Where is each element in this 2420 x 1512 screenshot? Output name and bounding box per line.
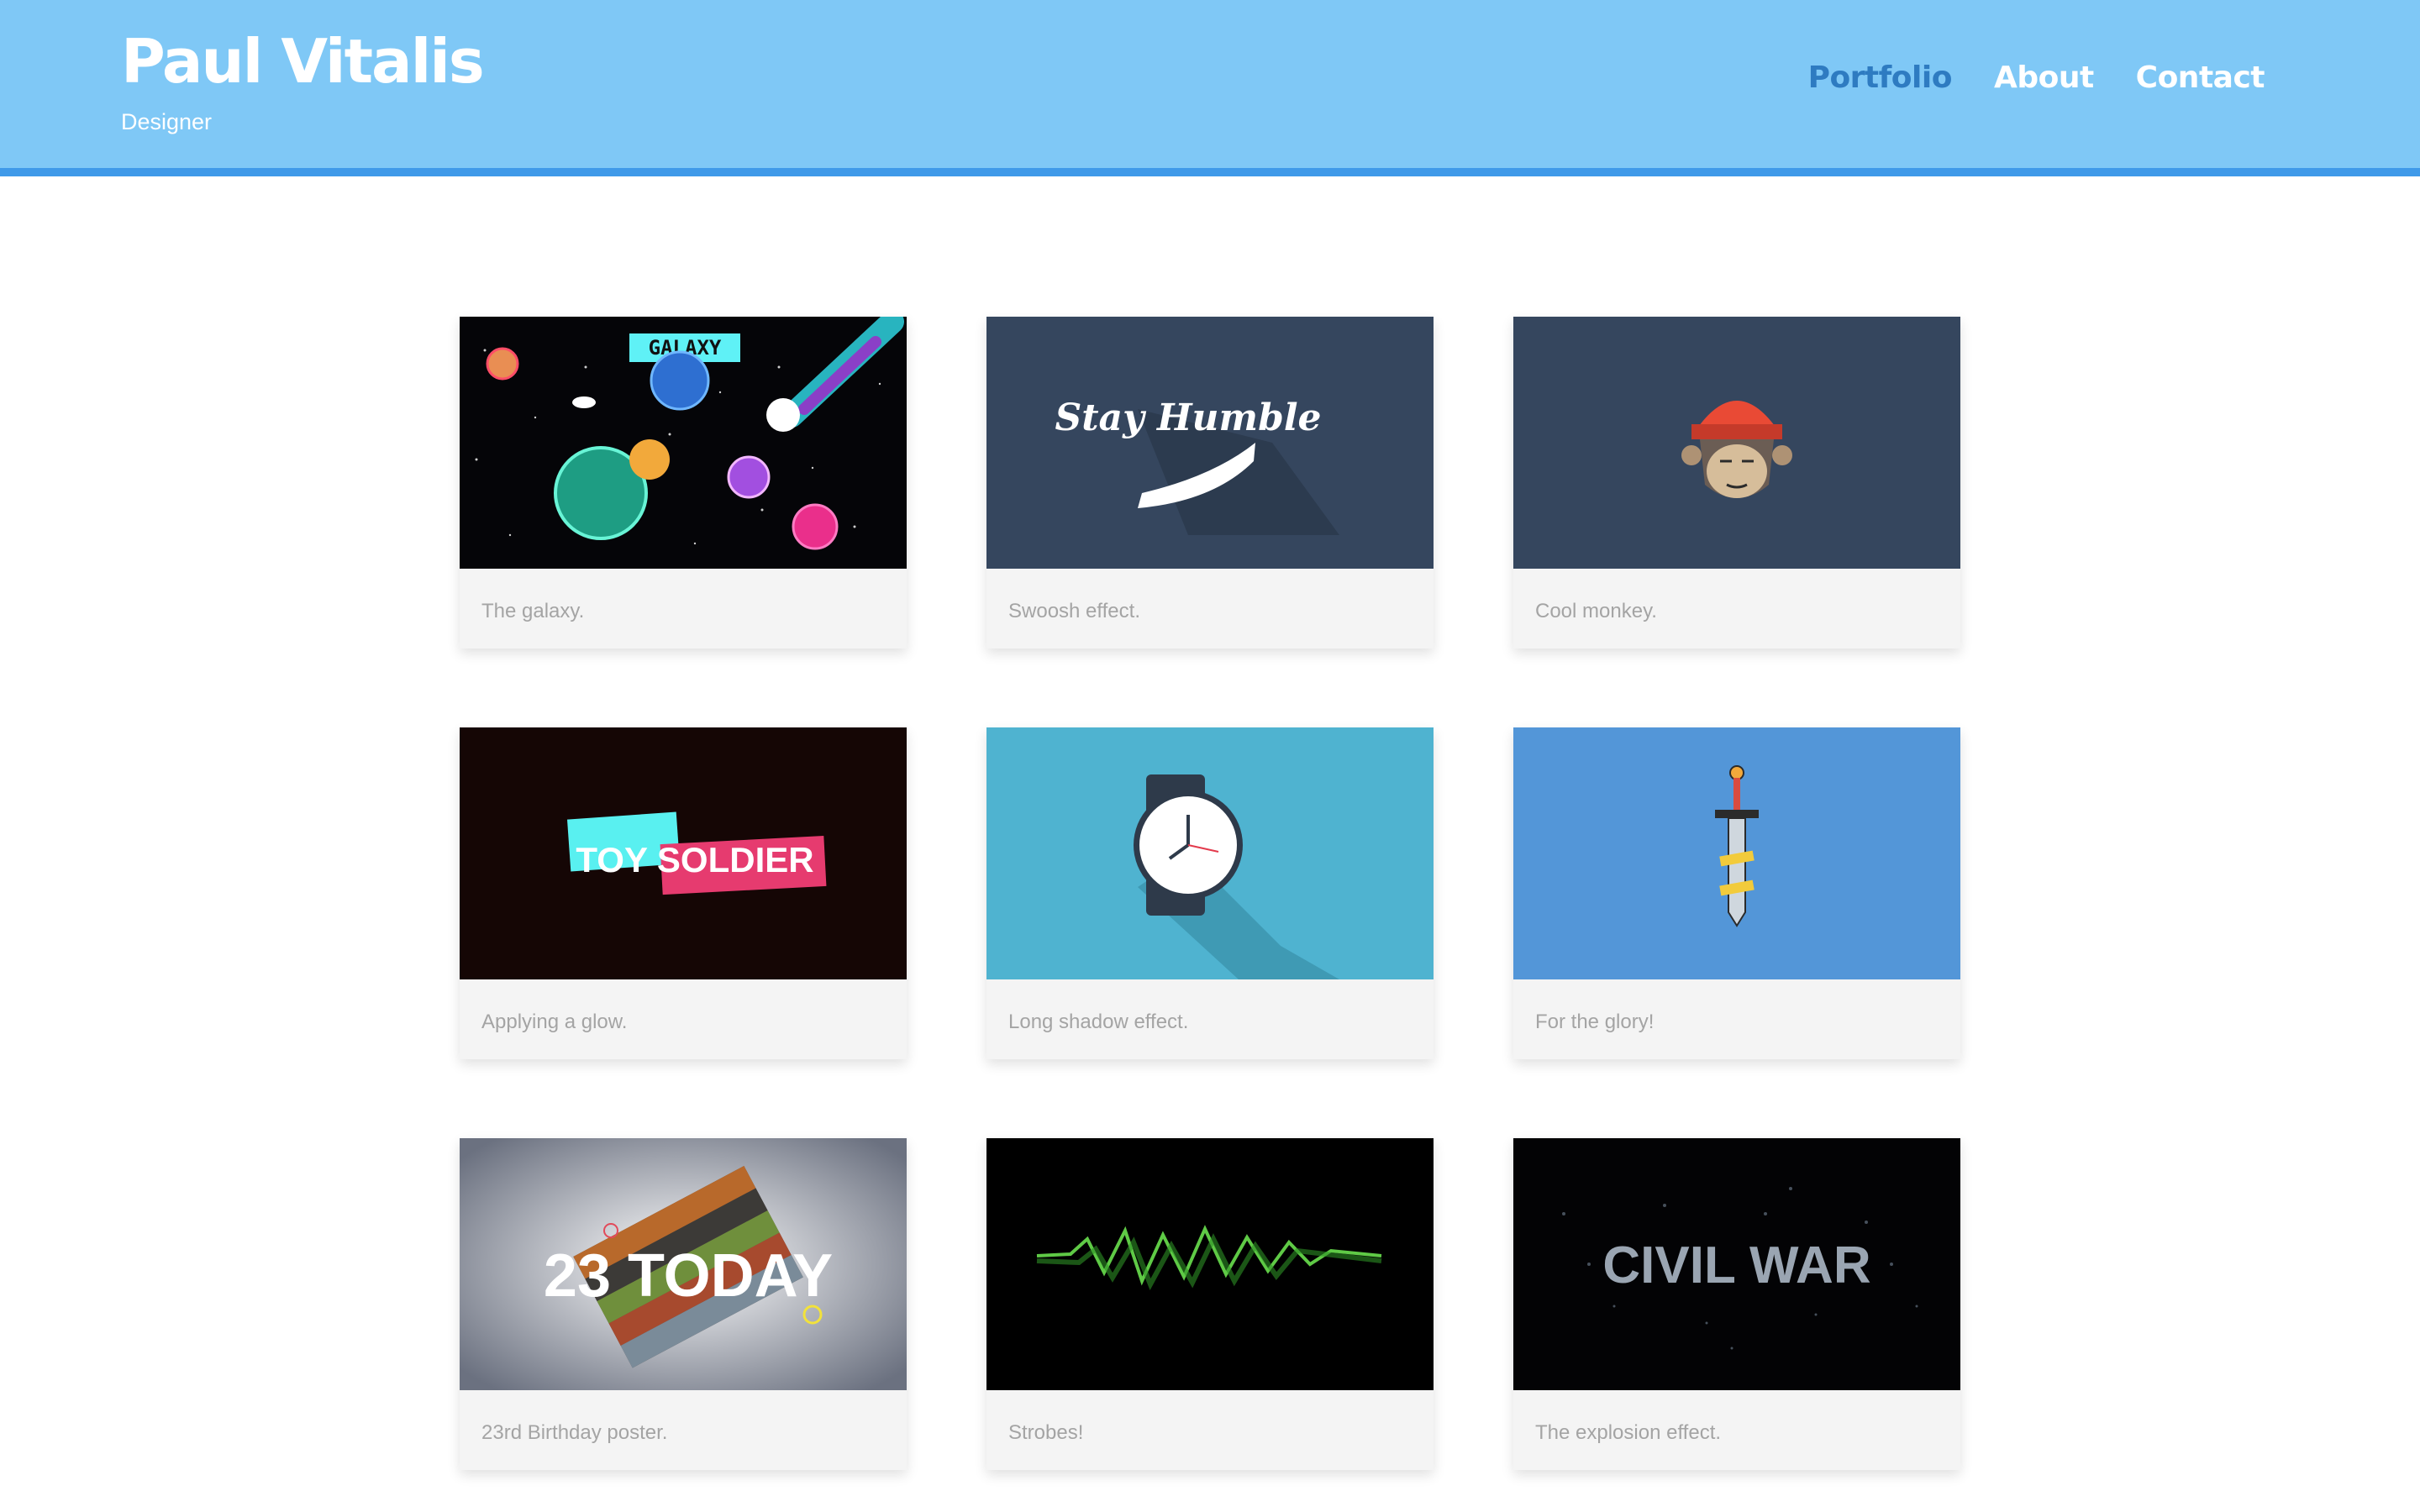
portfolio-card[interactable]: Stay Humble Swoosh effect.	[986, 317, 1434, 648]
portfolio-card[interactable]: Cool monkey.	[1513, 317, 1960, 648]
main-nav: Portfolio About Contact	[1808, 60, 2265, 95]
portfolio-card[interactable]: CIVIL WAR The explosion effect.	[1513, 1138, 1960, 1470]
watch-artwork[interactable]	[986, 727, 1434, 979]
site-title[interactable]: Paul Vitalis	[121, 24, 485, 99]
galaxy-artwork[interactable]: GALAXY	[460, 317, 907, 569]
card-caption: For the glory!	[1535, 1011, 1655, 1033]
card-caption: Swoosh effect.	[1008, 600, 1140, 622]
sword-artwork[interactable]	[1513, 727, 1960, 979]
portfolio-card[interactable]: 23 TODAY 23rd Birthday poster.	[460, 1138, 907, 1470]
toy-soldier-artwork[interactable]: TOY SOLDIER	[460, 727, 907, 979]
stay-humble-text: Stay Humble	[1055, 396, 1321, 439]
nav-about-link[interactable]: About	[1994, 60, 2094, 95]
birthday-poster-artwork[interactable]: 23 TODAY	[460, 1138, 907, 1390]
portfolio-card[interactable]: GALAXY The galaxy.	[460, 317, 907, 648]
card-caption: Applying a glow.	[481, 1011, 628, 1033]
monkey-artwork[interactable]	[1513, 317, 1960, 569]
card-caption: The galaxy.	[481, 600, 585, 622]
nav-contact-link[interactable]: Contact	[2136, 60, 2265, 95]
card-caption: Cool monkey.	[1535, 600, 1657, 622]
card-caption: 23rd Birthday poster.	[481, 1421, 668, 1444]
portfolio-card[interactable]: TOY SOLDIER Applying a glow.	[460, 727, 907, 1059]
portfolio-card[interactable]: Strobes!	[986, 1138, 1434, 1470]
site-subtitle: Designer	[121, 109, 213, 134]
portfolio-card[interactable]: Long shadow effect.	[986, 727, 1434, 1059]
nav-portfolio-link[interactable]: Portfolio	[1808, 60, 1953, 95]
birthday-poster-text: 23 TODAY	[544, 1242, 833, 1310]
card-caption: Strobes!	[1008, 1421, 1084, 1444]
civil-war-artwork[interactable]: CIVIL WAR	[1513, 1138, 1960, 1390]
card-caption: Long shadow effect.	[1008, 1011, 1189, 1033]
strobes-artwork[interactable]	[986, 1138, 1434, 1390]
portfolio-card[interactable]: For the glory!	[1513, 727, 1960, 1059]
toy-soldier-text: TOY SOLDIER	[576, 840, 813, 879]
civil-war-text: CIVIL WAR	[1602, 1236, 1870, 1294]
stay-humble-artwork[interactable]: Stay Humble	[986, 317, 1434, 569]
brand: Paul Vitalis Designer	[121, 24, 485, 135]
site-header: Paul Vitalis Designer Portfolio About Co…	[0, 0, 2420, 176]
card-caption: The explosion effect.	[1535, 1421, 1722, 1444]
